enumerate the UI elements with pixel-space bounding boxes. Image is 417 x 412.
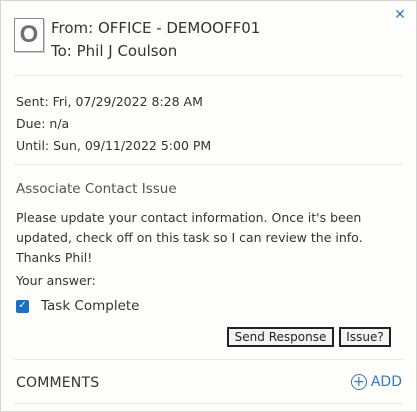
issue-button[interactable]: Issue? — [339, 327, 391, 347]
comments-title: COMMENTS — [16, 375, 100, 391]
sent-date: Sent: Fri, 07/29/2022 8:28 AM — [16, 94, 203, 109]
avatar-letter: O — [19, 21, 39, 48]
plus-circle-icon: + — [350, 374, 367, 390]
close-icon[interactable]: ✕ — [394, 8, 406, 22]
checkmark-icon: ✓ — [18, 300, 27, 311]
divider — [14, 164, 403, 165]
task-panel: ✕ O From: OFFICE - DEMOOFF01 To: Phil J … — [0, 0, 417, 412]
task-dates: Sent: Fri, 07/29/2022 8:28 AM Due: n/a U… — [16, 91, 211, 157]
from-line: From: OFFICE - DEMOOFF01 — [51, 19, 261, 37]
divider — [14, 75, 403, 76]
sender-avatar: O — [14, 18, 44, 52]
due-date: Due: n/a — [16, 116, 70, 131]
task-complete-checkbox[interactable]: ✓ — [16, 299, 29, 313]
add-comment-label: ADD — [370, 374, 402, 390]
add-comment-button[interactable]: + ADD — [350, 374, 402, 390]
until-date: Until: Sun, 09/11/2022 5:00 PM — [16, 138, 212, 153]
divider — [14, 403, 403, 404]
send-response-button[interactable]: Send Response — [227, 327, 334, 347]
task-description: Please update your contact information. … — [16, 210, 363, 265]
task-complete-row[interactable]: ✓ Task Complete — [16, 297, 140, 315]
task-title: Associate Contact Issue — [16, 181, 177, 197]
divider — [14, 359, 403, 360]
task-complete-label[interactable]: Task Complete — [41, 298, 140, 314]
answer-label: Your answer: — [16, 273, 96, 288]
to-line: To: Phil J Coulson — [51, 42, 178, 60]
